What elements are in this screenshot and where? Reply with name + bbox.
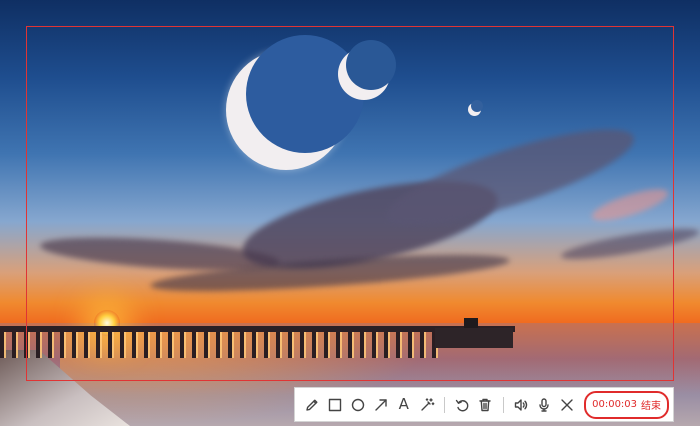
- arrow-icon: [375, 398, 387, 411]
- text-button[interactable]: A: [392, 393, 415, 417]
- arrow-button[interactable]: [369, 393, 392, 417]
- cloud: [559, 222, 700, 266]
- moon-shadow: [346, 40, 396, 90]
- stop-recording-button[interactable]: 结束: [641, 397, 661, 412]
- undo-button[interactable]: [451, 393, 474, 417]
- close-button[interactable]: [555, 393, 578, 417]
- rectangle-button[interactable]: [324, 393, 347, 417]
- microphone-button[interactable]: [532, 393, 555, 417]
- pier-end: [435, 328, 513, 348]
- rectangle-icon: [329, 398, 342, 411]
- pier-posts: [0, 332, 440, 358]
- pencil-button[interactable]: [301, 393, 324, 417]
- cloud: [588, 183, 672, 227]
- moon-shadow: [471, 100, 483, 112]
- delete-button[interactable]: [474, 393, 497, 417]
- text-icon: A: [398, 395, 409, 413]
- moon-shadow: [246, 35, 364, 153]
- toolbar-divider: [443, 396, 445, 413]
- pencil-icon: [306, 399, 318, 411]
- people-silhouette: [464, 318, 478, 328]
- circle-button[interactable]: [347, 393, 370, 417]
- highlight-button[interactable]: [415, 393, 438, 417]
- speaker-icon: [514, 398, 528, 411]
- trash-icon: [479, 398, 491, 411]
- recording-timer: 00:00:03 结束: [584, 390, 670, 419]
- close-icon: [560, 398, 573, 411]
- circle-icon: [351, 398, 365, 411]
- recording-elapsed-time: 00:00:03: [592, 399, 638, 410]
- microphone-icon: [539, 397, 549, 412]
- screen-recording-view: A 00:00:03 结束: [0, 0, 700, 426]
- cloud: [377, 111, 643, 244]
- recording-toolbar: A 00:00:03 结束: [294, 387, 674, 422]
- speaker-button[interactable]: [510, 393, 533, 417]
- undo-icon: [456, 399, 469, 411]
- toolbar-divider: [502, 396, 504, 413]
- magic-wand-icon: [420, 397, 434, 411]
